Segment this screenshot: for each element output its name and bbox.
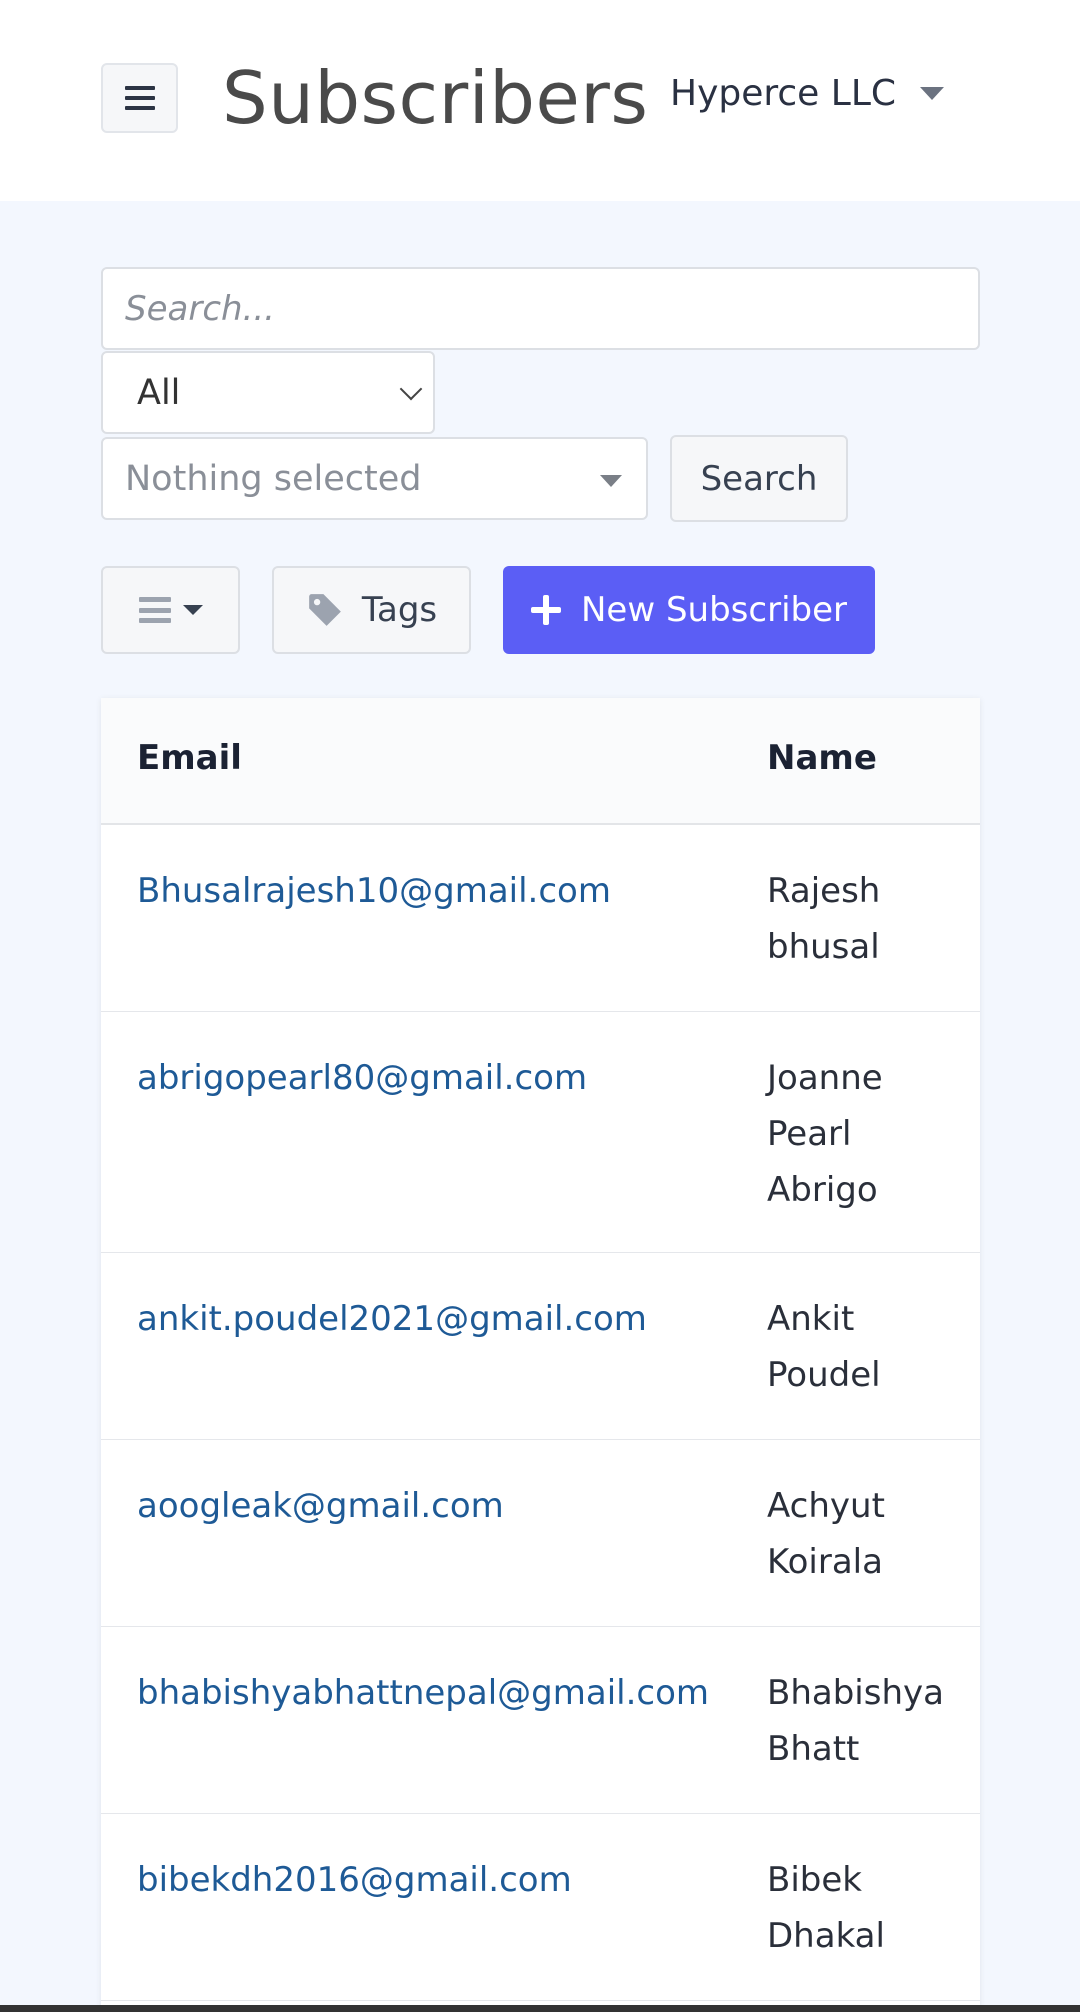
menu-toggle-button[interactable] (101, 63, 178, 133)
new-subscriber-button[interactable]: New Subscriber (503, 566, 875, 654)
list-icon (138, 597, 171, 623)
caret-down-icon (920, 86, 945, 100)
table-header: Email Name (101, 698, 980, 825)
chevron-down-icon (399, 377, 423, 401)
search-input[interactable] (101, 267, 980, 350)
plus-icon (531, 595, 561, 625)
tags-filter-select[interactable]: Nothing selected (101, 437, 648, 520)
table-row[interactable]: abrigopearl80@gmail.com Joanne Pearl Abr… (101, 1012, 980, 1253)
subscriber-name: Rajesh bhusal (767, 871, 881, 967)
tags-button[interactable]: Tags (272, 566, 471, 654)
bottom-edge (0, 2005, 1080, 2012)
subscriber-name: Joanne Pearl Abrigo (767, 1058, 883, 1210)
subscriber-email-link[interactable]: Bhusalrajesh10@gmail.com (137, 863, 611, 919)
top-header: Subscribers Hyperce LLC (0, 0, 1080, 201)
organization-name: Hyperce LLC (670, 72, 897, 114)
status-filter-value: All (137, 372, 181, 413)
subscribers-table: Email Name Bhusalrajesh10@gmail.com Raje… (101, 698, 980, 2012)
table-row[interactable]: Bhusalrajesh10@gmail.com Rajesh bhusal (101, 825, 980, 1012)
subscriber-name: Bibek Dhakal (767, 1860, 885, 1956)
table-row[interactable]: bhabishyabhattnepal@gmail.com Bhabishya … (101, 1627, 980, 1814)
subscriber-email-link[interactable]: bhabishyabhattnepal@gmail.com (137, 1665, 709, 1721)
page-title: Subscribers (222, 56, 649, 140)
column-header-email[interactable]: Email (137, 738, 242, 778)
hamburger-icon (124, 86, 155, 110)
column-header-name[interactable]: Name (767, 738, 877, 778)
table-row[interactable]: bibekdh2016@gmail.com Bibek Dhakal (101, 1814, 980, 2001)
table-row[interactable]: ankit.poudel2021@gmail.com Ankit Poudel (101, 1253, 980, 1440)
subscriber-email-link[interactable]: ankit.poudel2021@gmail.com (137, 1291, 647, 1347)
columns-dropdown-button[interactable] (101, 566, 240, 654)
tag-icon (309, 594, 341, 626)
tags-filter-placeholder: Nothing selected (125, 458, 422, 499)
organization-dropdown[interactable]: Hyperce LLC (670, 68, 945, 118)
subscriber-name: Bhabishya Bhatt (767, 1673, 944, 1769)
subscriber-email-link[interactable]: aoogleak@gmail.com (137, 1478, 504, 1534)
subscriber-name: Ankit Poudel (767, 1299, 881, 1395)
new-subscriber-label: New Subscriber (581, 590, 847, 630)
caret-down-icon (600, 475, 622, 487)
subscriber-email-link[interactable]: bibekdh2016@gmail.com (137, 1852, 572, 1908)
subscriber-email-link[interactable]: abrigopearl80@gmail.com (137, 1050, 587, 1106)
tags-button-label: Tags (361, 590, 438, 630)
caret-down-icon (182, 605, 203, 615)
subscriber-name: Achyut Koirala (767, 1486, 885, 1582)
search-button[interactable]: Search (670, 435, 848, 522)
status-filter-select[interactable]: All (101, 351, 435, 434)
table-row[interactable]: aoogleak@gmail.com Achyut Koirala (101, 1440, 980, 1627)
